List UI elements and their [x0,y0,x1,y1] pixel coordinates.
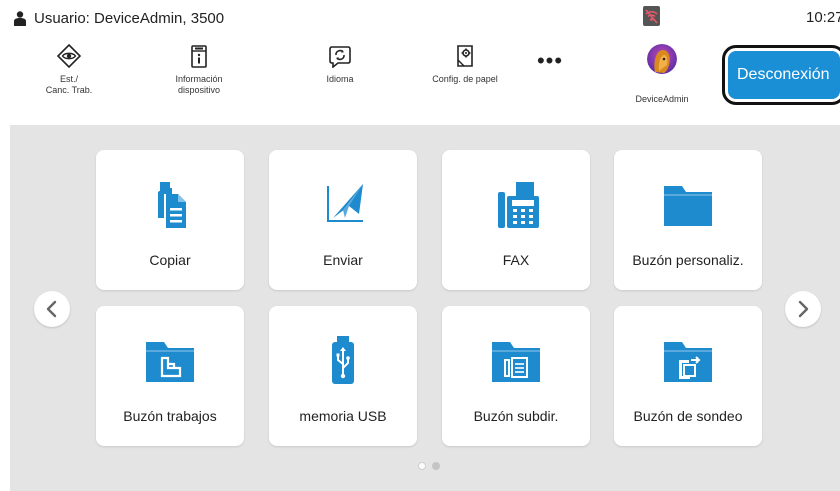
usb-icon [332,336,354,384]
wifi-off-icon[interactable] [643,6,660,26]
toolbar: Est./ Canc. Trab. Información dispositiv… [0,40,840,122]
device-info-button[interactable]: Información dispositivo [144,44,254,114]
page-dot-1[interactable] [418,462,426,470]
tile-subaddress-box-label: Buzón subdir. [473,408,559,424]
logged-in-user: Usuario: DeviceAdmin, 3500 [34,10,225,27]
paper-settings-icon [457,45,473,67]
page-indicator [418,462,448,472]
tile-polling-box-label: Buzón de sondeo [633,408,743,424]
paper-settings-button[interactable]: Config. de papel [410,44,520,114]
copy-icon [158,182,186,228]
job-status-label: Est./ Canc. Trab. [45,74,93,95]
tile-fax[interactable]: FAX [442,150,590,290]
device-info-icon [191,45,207,68]
function-panel: Copiar Enviar FAX Buzón personaliz. Buzó… [10,125,840,491]
clock: 10:27 [806,9,840,26]
page-dot-2[interactable] [432,462,440,470]
chevron-left-icon [46,300,57,318]
language-refresh-icon [329,46,351,68]
user-account-label: DeviceAdmin [635,94,689,104]
home-screen: Usuario: DeviceAdmin, 3500 10:27 Est./ C… [0,0,840,491]
status-bar: Usuario: DeviceAdmin, 3500 10:27 [0,0,840,34]
fax-icon [498,182,539,228]
language-label: Idioma [326,74,354,84]
user-account-button[interactable]: DeviceAdmin [630,44,694,114]
prev-page-button[interactable] [34,291,70,327]
tile-fax-label: FAX [502,252,530,268]
logout-button[interactable]: Desconexión [728,51,840,99]
more-options-button[interactable]: ••• [530,50,570,78]
send-icon [327,184,363,222]
avatar [647,44,677,74]
user-icon [14,11,26,26]
tile-polling-box[interactable]: Buzón de sondeo [614,306,762,446]
tile-job-box-label: Buzón trabajos [123,408,217,424]
polling-box-icon [664,342,712,382]
subaddress-box-icon [492,342,540,382]
language-button[interactable]: Idioma [285,44,395,114]
folder-icon [664,186,712,226]
job-box-icon [146,342,194,382]
next-page-button[interactable] [785,291,821,327]
tile-usb-memory-label: memoria USB [299,408,387,424]
tile-copy[interactable]: Copiar [96,150,244,290]
tile-job-box[interactable]: Buzón trabajos [96,306,244,446]
job-status-button[interactable]: Est./ Canc. Trab. [14,44,124,114]
tile-send-label: Enviar [323,252,363,268]
eye-diamond-icon [57,44,81,68]
tile-copy-label: Copiar [149,252,191,268]
tile-custom-box[interactable]: Buzón personaliz. [614,150,762,290]
tile-subaddress-box[interactable]: Buzón subdir. [442,306,590,446]
tile-custom-box-label: Buzón personaliz. [632,252,744,268]
tile-send[interactable]: Enviar [269,150,417,290]
chevron-right-icon [798,300,809,318]
logout-highlight: Desconexión [722,45,840,105]
device-info-label: Información dispositivo [175,74,223,95]
tile-usb-memory[interactable]: memoria USB [269,306,417,446]
paper-settings-label: Config. de papel [432,74,498,84]
